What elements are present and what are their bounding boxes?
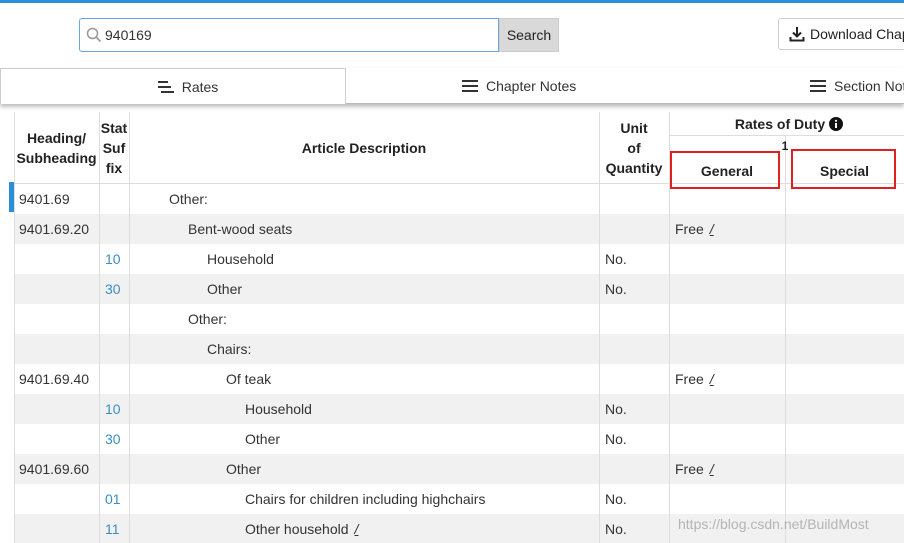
article-description-cell: Chairs for children including highchairs bbox=[245, 484, 485, 514]
search-icon bbox=[86, 27, 102, 43]
current-row-marker bbox=[9, 182, 14, 212]
article-description-cell: Other bbox=[226, 454, 261, 484]
unit-cell: No. bbox=[605, 431, 627, 447]
general-rate-cell: Free / bbox=[675, 454, 714, 484]
tab-rates[interactable]: Rates bbox=[0, 68, 346, 104]
stat-suffix-link[interactable]: 10 bbox=[105, 244, 121, 274]
grid-line bbox=[785, 136, 786, 543]
search-box[interactable] bbox=[79, 18, 499, 52]
info-icon[interactable] bbox=[829, 117, 844, 131]
unit-cell: No. bbox=[605, 401, 627, 417]
stat-suffix-link[interactable]: 11 bbox=[105, 514, 120, 543]
heading-cell: 9401.69 bbox=[19, 191, 70, 207]
description-text: Chairs for children including highchairs bbox=[245, 491, 486, 507]
table-row: 10 Household No. bbox=[14, 394, 904, 424]
article-description-cell: Other bbox=[207, 274, 242, 304]
header-stat-suffix: Stat Suf fix bbox=[100, 120, 128, 176]
rates-table: 9401.69 Other: 9401.69.20 Bent-wood seats Fr… bbox=[0, 112, 904, 543]
article-description-cell: Household bbox=[245, 394, 312, 424]
general-rate-text: Free bbox=[675, 371, 704, 387]
unit-cell: No. bbox=[605, 491, 627, 507]
search-button[interactable]: Search bbox=[499, 18, 559, 52]
watermark: https://blog.csdn.net/BuildMost bbox=[678, 516, 869, 532]
article-description-cell: Other: bbox=[169, 184, 208, 214]
general-rate-text: Free bbox=[675, 461, 704, 477]
grid-line bbox=[669, 135, 904, 136]
lines-icon bbox=[810, 80, 826, 92]
general-rate-cell: Free / bbox=[675, 364, 714, 394]
table-row: 30 Other No. bbox=[14, 274, 904, 304]
table-row: 9401.69.20 Bent-wood seats Free / bbox=[14, 214, 904, 244]
tab-bar: Rates Chapter Notes Section Not bbox=[0, 68, 904, 104]
description-text: Bent-wood seats bbox=[188, 221, 293, 237]
description-text: Household bbox=[245, 401, 312, 417]
highlight-box-special bbox=[791, 149, 896, 189]
tab-label: Rates bbox=[181, 78, 219, 95]
footnote-link[interactable]: / bbox=[710, 221, 714, 237]
article-description-cell: Chairs: bbox=[207, 334, 251, 364]
description-text: Household bbox=[207, 251, 274, 267]
footnote-link[interactable]: / bbox=[710, 371, 714, 387]
table-row: 30 Other No. bbox=[14, 424, 904, 454]
article-description-cell: Bent-wood seats bbox=[188, 214, 292, 244]
table-row: 10 Household No. bbox=[14, 244, 904, 274]
footnote-link[interactable]: / bbox=[710, 461, 714, 477]
top-accent-bar bbox=[0, 0, 904, 3]
tab-chapter-notes[interactable]: Chapter Notes bbox=[462, 68, 576, 104]
description-text: Other bbox=[226, 461, 262, 477]
heading-cell: 9401.69.60 bbox=[19, 461, 90, 477]
stat-suffix-link[interactable]: 10 bbox=[105, 394, 121, 424]
download-chapter-button[interactable]: Download Chap bbox=[778, 18, 904, 50]
article-description-cell: Household bbox=[207, 244, 274, 274]
stat-suffix-link[interactable]: 30 bbox=[105, 424, 121, 454]
description-text: Other bbox=[207, 281, 243, 297]
description-text: Other household bbox=[245, 521, 349, 537]
header-article-description: Article Description bbox=[301, 140, 427, 156]
table-row: 01 Chairs for children including highchai… bbox=[14, 484, 904, 514]
download-label: Download Chap bbox=[810, 26, 904, 42]
article-description-cell: Other household / bbox=[245, 514, 358, 543]
footnote-link[interactable]: / bbox=[355, 521, 359, 537]
table-row: Other: bbox=[14, 304, 904, 334]
lines-icon bbox=[157, 80, 174, 93]
search-input[interactable] bbox=[105, 19, 495, 51]
grid-line bbox=[14, 112, 15, 543]
description-text: Of teak bbox=[226, 371, 272, 387]
article-description-cell: Other: bbox=[188, 304, 227, 334]
grid-line bbox=[129, 112, 130, 543]
general-rate-text: Free bbox=[675, 221, 704, 237]
header-unit-of-quantity: Unit of Quantity bbox=[605, 120, 663, 176]
tab-section-notes[interactable]: Section Not bbox=[810, 68, 904, 104]
general-rate-cell: Free / bbox=[675, 214, 714, 244]
unit-cell: No. bbox=[605, 521, 627, 537]
description-text: Other bbox=[245, 431, 281, 447]
table-row: 9401.69.40 Of teak Free / bbox=[14, 364, 904, 394]
header-rates-of-duty: Rates of Duty bbox=[669, 114, 904, 134]
stat-suffix-link[interactable]: 30 bbox=[105, 274, 121, 304]
description-text: Other: bbox=[169, 191, 208, 207]
description-text: Chairs: bbox=[207, 341, 252, 357]
unit-cell: No. bbox=[605, 281, 627, 297]
article-description-cell: Of teak bbox=[226, 364, 271, 394]
heading-cell: 9401.69.20 bbox=[19, 221, 90, 237]
tab-label: Chapter Notes bbox=[486, 78, 577, 94]
stat-suffix-link[interactable]: 01 bbox=[105, 484, 121, 514]
table-row: 9401.69.60 Other Free / bbox=[14, 454, 904, 484]
download-icon bbox=[789, 27, 805, 42]
heading-cell: 9401.69.40 bbox=[19, 371, 90, 387]
table-row: Chairs: bbox=[14, 334, 904, 364]
highlight-box-general bbox=[670, 151, 780, 189]
tab-label: Section Not bbox=[834, 78, 904, 94]
unit-cell: No. bbox=[605, 251, 627, 267]
header-heading-subheading: Heading/Subheading bbox=[16, 130, 97, 166]
lines-icon bbox=[462, 80, 478, 92]
description-text: Other: bbox=[188, 311, 227, 327]
article-description-cell: Other bbox=[245, 424, 280, 454]
